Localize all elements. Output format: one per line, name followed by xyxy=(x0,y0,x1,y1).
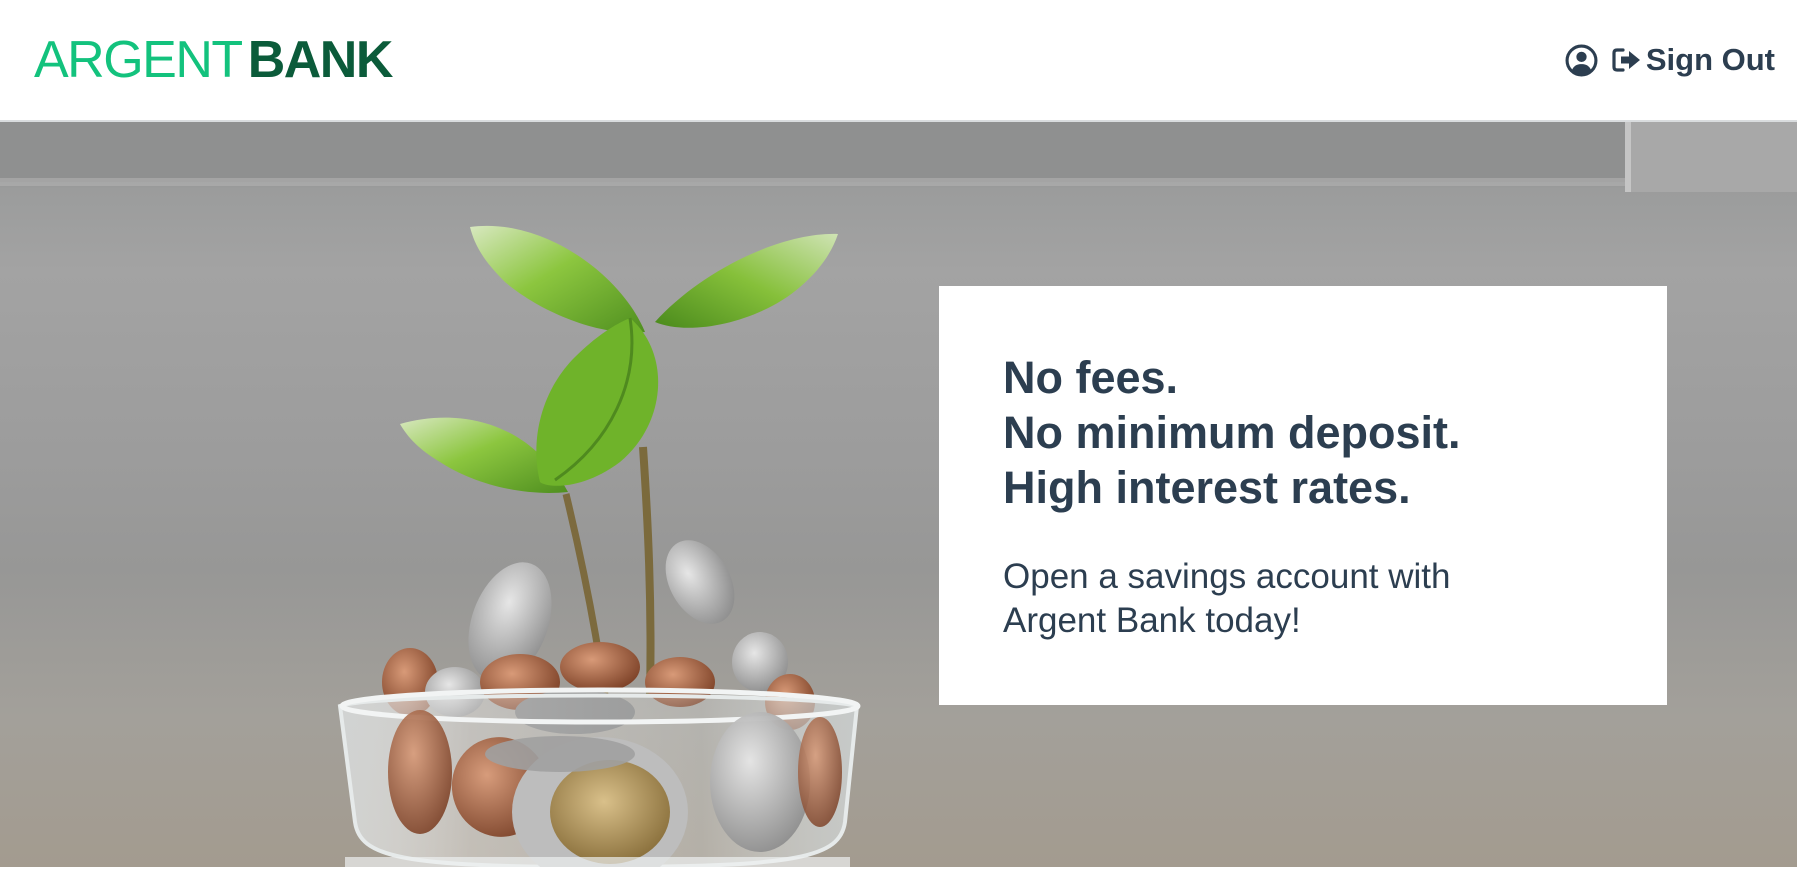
subtitle-no-fees: No fees. xyxy=(1003,352,1179,403)
hero-content: No fees. No minimum deposit. High intere… xyxy=(939,286,1667,705)
main-nav: ARGENT BANK Sign Out xyxy=(0,0,1797,122)
main-nav-links: Sign Out xyxy=(1565,42,1775,78)
user-profile-link[interactable] xyxy=(1565,44,1598,77)
logo-part-argent: ARGENT xyxy=(34,31,243,89)
sign-out-label: Sign Out xyxy=(1645,42,1775,77)
logo-part-bank: BANK xyxy=(247,31,394,89)
subtitle-high-interest-rates: High interest rates. xyxy=(1003,462,1411,513)
main-nav-logo[interactable]: ARGENT BANK xyxy=(34,31,394,89)
sign-out-button[interactable]: Sign Out xyxy=(1612,42,1775,78)
subtitle-no-minimum-deposit: No minimum deposit. xyxy=(1003,407,1461,458)
hero-banner: No fees. No minimum deposit. High intere… xyxy=(0,122,1797,867)
hero-subtitles: No fees. No minimum deposit. High intere… xyxy=(1003,350,1603,515)
sign-out-icon xyxy=(1612,48,1640,72)
user-circle-icon xyxy=(1565,44,1598,76)
page-bottom-edge xyxy=(0,867,1797,872)
hero-text: Open a savings account with Argent Bank … xyxy=(1003,557,1451,640)
